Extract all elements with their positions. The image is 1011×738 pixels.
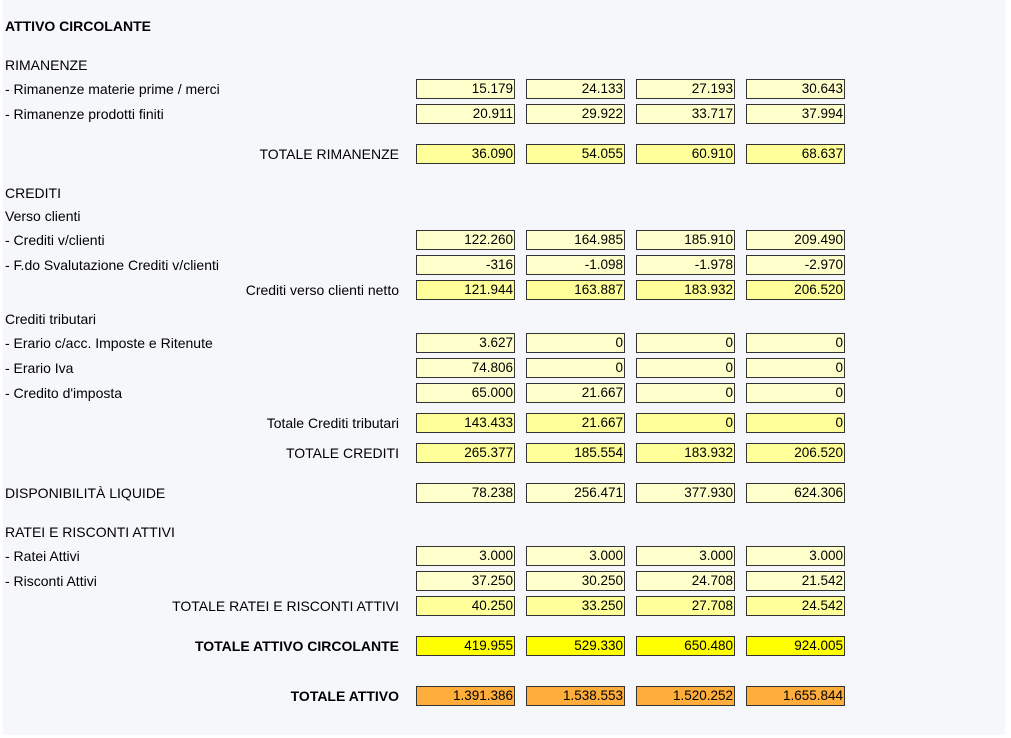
row-tot-crediti: 265.377 185.554 183.932 206.520 [0,443,1011,463]
row-tot-rimanenze: 36.090 54.055 60.910 68.637 [0,144,1011,164]
cell-tot-ratei-1: 33.250 [526,596,625,616]
cell-tot-circolante-1: 529.330 [526,636,625,656]
cell-tot-attivo-1: 1.538.553 [526,686,625,706]
row-risconti-attivi: 37.250 30.250 24.708 21.542 [0,571,1011,591]
row-crediti-netto: 121.944 163.887 183.932 206.520 [0,280,1011,300]
cell-rim-materie-0[interactable]: 15.179 [416,79,515,99]
row-credito-imposta: 65.000 21.667 0 0 [0,383,1011,403]
cell-tot-circolante-2: 650.480 [636,636,735,656]
cell-tot-crediti-0: 265.377 [416,443,515,463]
cell-tot-rimanenze-2: 60.910 [636,144,735,164]
cell-erario-acc-2[interactable]: 0 [636,333,735,353]
cell-erario-acc-3[interactable]: 0 [746,333,845,353]
header-verso-clienti: Verso clienti [5,208,81,224]
cell-tot-tributari-0: 143.433 [416,413,515,433]
cell-risconti-attivi-2[interactable]: 24.708 [636,571,735,591]
row-erario-iva: 74.806 0 0 0 [0,358,1011,378]
section-title: ATTIVO CIRCOLANTE [5,18,151,34]
cell-rim-materie-2[interactable]: 27.193 [636,79,735,99]
row-tot-circolante: 419.955 529.330 650.480 924.005 [0,636,1011,656]
cell-tot-ratei-0: 40.250 [416,596,515,616]
row-crediti-clienti: 122.260 164.985 185.910 209.490 [0,230,1011,250]
cell-disponibilita-2[interactable]: 377.930 [636,483,735,503]
cell-tot-circolante-0: 419.955 [416,636,515,656]
cell-tot-attivo-0: 1.391.386 [416,686,515,706]
cell-tot-ratei-2: 27.708 [636,596,735,616]
cell-ratei-attivi-1[interactable]: 3.000 [526,546,625,566]
header-crediti-tributari: Crediti tributari [5,311,97,327]
cell-erario-iva-0[interactable]: 74.806 [416,358,515,378]
cell-tot-tributari-3: 0 [746,413,845,433]
cell-ratei-attivi-3[interactable]: 3.000 [746,546,845,566]
cell-fondo-svalutazione-3[interactable]: -2.970 [746,255,845,275]
cell-crediti-netto-0: 121.944 [416,280,515,300]
header-rimanenze: RIMANENZE [5,57,88,73]
cell-tot-crediti-3: 206.520 [746,443,845,463]
cell-tot-rimanenze-3: 68.637 [746,144,845,164]
cell-disponibilita-1[interactable]: 256.471 [526,483,625,503]
row-fondo-svalutazione: -316 -1.098 -1.978 -2.970 [0,255,1011,275]
cell-crediti-clienti-0[interactable]: 122.260 [416,230,515,250]
cell-tot-crediti-1: 185.554 [526,443,625,463]
cell-risconti-attivi-1[interactable]: 30.250 [526,571,625,591]
cell-crediti-clienti-1[interactable]: 164.985 [526,230,625,250]
cell-rim-prodotti-3[interactable]: 37.994 [746,104,845,124]
cell-credito-imposta-1[interactable]: 21.667 [526,383,625,403]
header-crediti: CREDITI [5,185,61,201]
cell-ratei-attivi-2[interactable]: 3.000 [636,546,735,566]
cell-rim-prodotti-1[interactable]: 29.922 [526,104,625,124]
row-rim-materie: 15.179 24.133 27.193 30.643 [0,79,1011,99]
row-tot-ratei: 40.250 33.250 27.708 24.542 [0,596,1011,616]
cell-tot-crediti-2: 183.932 [636,443,735,463]
cell-tot-ratei-3: 24.542 [746,596,845,616]
cell-disponibilita-3[interactable]: 624.306 [746,483,845,503]
row-disponibilita: 78.238 256.471 377.930 624.306 [0,483,1011,503]
row-erario-acc: 3.627 0 0 0 [0,333,1011,353]
cell-crediti-clienti-2[interactable]: 185.910 [636,230,735,250]
cell-credito-imposta-3[interactable]: 0 [746,383,845,403]
cell-rim-prodotti-0[interactable]: 20.911 [416,104,515,124]
cell-crediti-clienti-3[interactable]: 209.490 [746,230,845,250]
cell-erario-acc-1[interactable]: 0 [526,333,625,353]
cell-fondo-svalutazione-2[interactable]: -1.978 [636,255,735,275]
cell-rim-materie-1[interactable]: 24.133 [526,79,625,99]
cell-tot-attivo-2: 1.520.252 [636,686,735,706]
cell-ratei-attivi-0[interactable]: 3.000 [416,546,515,566]
cell-risconti-attivi-0[interactable]: 37.250 [416,571,515,591]
cell-rim-materie-3[interactable]: 30.643 [746,79,845,99]
cell-crediti-netto-3: 206.520 [746,280,845,300]
cell-tot-rimanenze-0: 36.090 [416,144,515,164]
cell-credito-imposta-2[interactable]: 0 [636,383,735,403]
cell-tot-circolante-3: 924.005 [746,636,845,656]
cell-erario-acc-0[interactable]: 3.627 [416,333,515,353]
cell-disponibilita-0[interactable]: 78.238 [416,483,515,503]
row-rim-prodotti: 20.911 29.922 33.717 37.994 [0,104,1011,124]
cell-rim-prodotti-2[interactable]: 33.717 [636,104,735,124]
cell-erario-iva-1[interactable]: 0 [526,358,625,378]
cell-fondo-svalutazione-0[interactable]: -316 [416,255,515,275]
cell-tot-tributari-2: 0 [636,413,735,433]
header-ratei: RATEI E RISCONTI ATTIVI [5,524,175,540]
cell-erario-iva-2[interactable]: 0 [636,358,735,378]
row-tot-tributari: 143.433 21.667 0 0 [0,413,1011,433]
cell-erario-iva-3[interactable]: 0 [746,358,845,378]
cell-tot-attivo-3: 1.655.844 [746,686,845,706]
cell-tot-tributari-1: 21.667 [526,413,625,433]
cell-fondo-svalutazione-1[interactable]: -1.098 [526,255,625,275]
cell-crediti-netto-1: 163.887 [526,280,625,300]
cell-tot-rimanenze-1: 54.055 [526,144,625,164]
cell-risconti-attivi-3[interactable]: 21.542 [746,571,845,591]
cell-crediti-netto-2: 183.932 [636,280,735,300]
cell-credito-imposta-0[interactable]: 65.000 [416,383,515,403]
row-ratei-attivi: 3.000 3.000 3.000 3.000 [0,546,1011,566]
row-tot-attivo: 1.391.386 1.538.553 1.520.252 1.655.844 [0,686,1011,706]
